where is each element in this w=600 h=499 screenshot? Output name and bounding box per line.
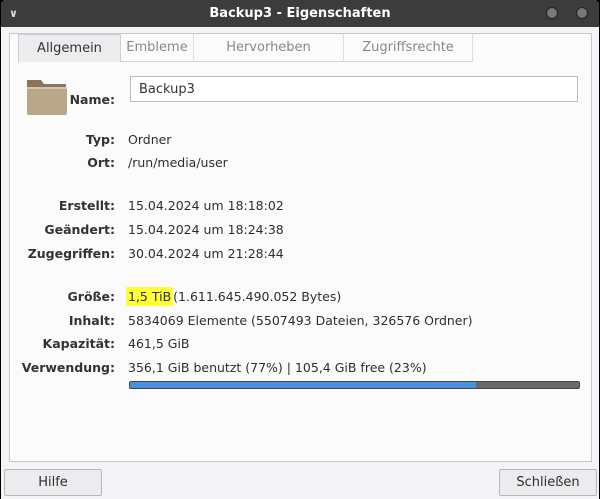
usage-bar-fill bbox=[130, 382, 476, 388]
location-label: Ort: bbox=[87, 155, 115, 170]
notebook: Allgemein Embleme Hervorheben Zugriffsre… bbox=[9, 33, 592, 462]
title-bar: ∨ Backup3 - Eigenschaften bbox=[1, 0, 599, 27]
tab-bar: Allgemein Embleme Hervorheben Zugriffsre… bbox=[18, 34, 473, 62]
type-value: Ordner bbox=[128, 132, 172, 147]
location-value: /run/media/user bbox=[128, 155, 228, 170]
created-value: 15.04.2024 um 18:18:02 bbox=[128, 198, 284, 213]
capacity-value: 461,5 GiB bbox=[128, 336, 190, 351]
content-label: Inhalt: bbox=[68, 313, 115, 328]
content-value: 5834069 Elemente (5507493 Dateien, 32657… bbox=[128, 313, 473, 328]
accessed-value: 30.04.2024 um 21:28:44 bbox=[128, 246, 284, 261]
size-value: 1,5 TiB (1.611.645.490.052 Bytes) bbox=[126, 287, 342, 306]
close-window-button[interactable] bbox=[576, 7, 588, 19]
minimize-button[interactable] bbox=[546, 7, 558, 19]
tab-zugriffsrechte[interactable]: Zugriffsrechte bbox=[344, 34, 473, 62]
window-menu-chevron-icon[interactable]: ∨ bbox=[9, 0, 18, 27]
help-button[interactable]: Hilfe bbox=[4, 469, 102, 496]
properties-window: ∨ Backup3 - Eigenschaften Allgemein Embl… bbox=[1, 0, 599, 499]
name-input[interactable] bbox=[130, 76, 578, 102]
tab-allgemein[interactable]: Allgemein bbox=[18, 34, 121, 62]
name-label: Name: bbox=[69, 92, 115, 107]
usage-label: Verwendung: bbox=[21, 360, 115, 375]
window-title: Backup3 - Eigenschaften bbox=[209, 6, 391, 21]
size-label: Größe: bbox=[67, 289, 115, 304]
tab-embleme[interactable]: Embleme bbox=[121, 34, 194, 62]
usage-bar bbox=[129, 381, 580, 389]
close-button[interactable]: Schließen bbox=[499, 469, 597, 496]
folder-icon bbox=[27, 80, 67, 115]
accessed-label: Zugegriffen: bbox=[27, 246, 115, 261]
modified-value: 15.04.2024 um 18:24:38 bbox=[128, 222, 284, 237]
modified-label: Geändert: bbox=[44, 222, 115, 237]
usage-value: 356,1 GiB benutzt (77%) | 105,4 GiB free… bbox=[128, 360, 427, 375]
created-label: Erstellt: bbox=[58, 198, 115, 213]
type-label: Typ: bbox=[85, 132, 115, 147]
capacity-label: Kapazität: bbox=[42, 336, 115, 351]
tab-hervorheben[interactable]: Hervorheben bbox=[194, 34, 344, 62]
size-bytes: (1.611.645.490.052 Bytes) bbox=[173, 289, 342, 304]
size-highlight: 1,5 TiB bbox=[126, 287, 174, 306]
